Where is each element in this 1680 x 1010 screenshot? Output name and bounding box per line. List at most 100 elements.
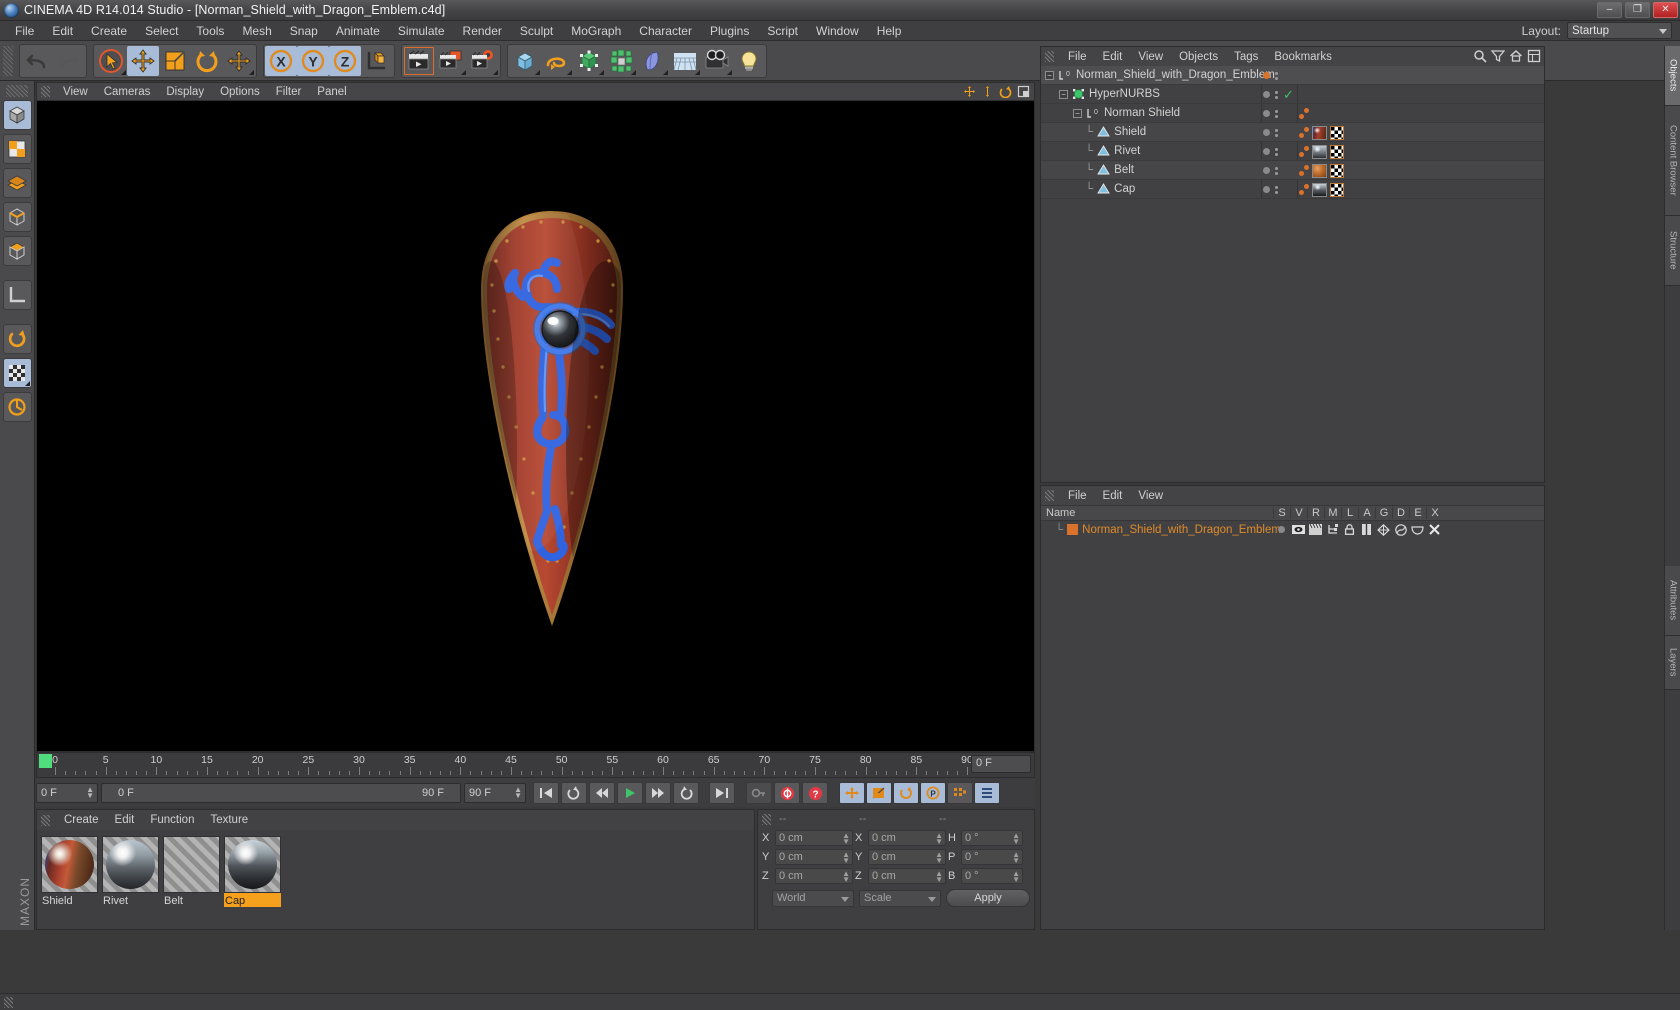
texture-mode-button[interactable] <box>2 134 32 164</box>
material-tag-rivet[interactable] <box>1312 144 1327 159</box>
material-thumbnail-belt[interactable] <box>163 836 220 893</box>
material-name[interactable]: Rivet <box>102 893 159 907</box>
menu-select[interactable]: Select <box>136 22 187 40</box>
add-camera-button[interactable] <box>701 46 733 76</box>
rotate-tool[interactable] <box>191 46 223 76</box>
current-frame-readout[interactable]: 0 F <box>971 755 1031 773</box>
menu-edit[interactable]: Edit <box>43 22 82 40</box>
add-deformer-button[interactable] <box>637 46 669 76</box>
object-color-dot[interactable] <box>1263 186 1270 193</box>
stepper-icon[interactable]: ▲ ▼ <box>514 786 522 800</box>
stepper-icon[interactable]: ▲ ▼ <box>842 851 850 865</box>
menu-animate[interactable]: Animate <box>327 22 389 40</box>
position-x-field[interactable]: 0 cm ▲ ▼ <box>775 830 853 846</box>
object-row-root[interactable]: − 0 Norman_Shield_with_Dragon_Emblem <box>1041 66 1544 85</box>
menu-file[interactable]: File <box>6 22 43 40</box>
tool-menu-corner-icon[interactable] <box>493 69 498 75</box>
render-to-picture-viewer-button[interactable] <box>435 46 467 76</box>
size-z-field[interactable]: 0 cm ▲ ▼ <box>868 868 946 884</box>
material-tag-shield[interactable] <box>1312 125 1327 140</box>
material-thumbnail-rivet[interactable] <box>102 836 159 893</box>
material-menu-create[interactable]: Create <box>56 813 107 827</box>
layer-cell-e[interactable] <box>1409 525 1426 535</box>
toolbar-grip[interactable] <box>3 45 13 76</box>
layer-cell-m[interactable] <box>1324 524 1341 535</box>
lock-y-axis[interactable]: Y <box>297 45 329 76</box>
layer-col-g[interactable]: G <box>1375 507 1392 519</box>
enabled-check-icon[interactable]: ✓ <box>1283 88 1294 101</box>
object-menu-file[interactable]: File <box>1060 50 1095 64</box>
live-selection-tool[interactable] <box>95 46 127 76</box>
viewport-menu-display[interactable]: Display <box>158 85 212 99</box>
loop-forward-button[interactable] <box>673 782 699 804</box>
stepper-icon[interactable]: ▲ ▼ <box>1012 870 1020 884</box>
object-row-norman-shield[interactable]: − 0 Norman Shield <box>1041 104 1544 123</box>
material-item[interactable]: Shield <box>41 836 98 907</box>
visibility-dots-icon[interactable] <box>1275 90 1278 99</box>
object-menu-edit[interactable]: Edit <box>1095 50 1131 64</box>
points-mode-button[interactable] <box>2 168 32 198</box>
material-menu-function[interactable]: Function <box>142 813 202 827</box>
layer-col-x[interactable]: X <box>1426 507 1443 519</box>
layer-col-s[interactable]: S <box>1273 507 1290 519</box>
pan-view-icon[interactable] <box>962 84 977 99</box>
snap-toggle-button[interactable] <box>2 392 32 422</box>
model-mode-button[interactable] <box>2 100 32 130</box>
lock-x-axis[interactable]: X <box>265 45 297 76</box>
viewport-grip[interactable] <box>41 86 50 97</box>
object-row-cap[interactable]: └ Cap <box>1041 180 1544 199</box>
material-name[interactable]: Cap <box>224 893 281 907</box>
viewport-3d-canvas[interactable] <box>36 100 1035 752</box>
rotation-p-field[interactable]: 0 ° ▲ ▼ <box>961 849 1023 865</box>
tool-menu-corner-icon[interactable] <box>631 69 636 75</box>
material-item[interactable]: Cap <box>224 836 281 907</box>
layer-cell-s[interactable] <box>1273 526 1290 533</box>
position-y-field[interactable]: 0 cm ▲ ▼ <box>775 849 853 865</box>
tool-menu-corner-icon[interactable] <box>249 69 254 75</box>
add-light-button[interactable] <box>733 46 765 76</box>
layer-cell-a[interactable] <box>1358 524 1375 535</box>
axis-mode-button[interactable] <box>2 280 32 310</box>
orange-tag-dots-icon[interactable] <box>1299 108 1309 119</box>
visibility-dots-icon[interactable] <box>1275 109 1278 118</box>
apply-button[interactable]: Apply <box>946 889 1030 907</box>
material-thumbnail-cap[interactable] <box>224 836 281 893</box>
menu-simulate[interactable]: Simulate <box>389 22 454 40</box>
add-spline-button[interactable] <box>541 46 573 76</box>
orange-tag-dots-icon[interactable] <box>1299 184 1309 195</box>
maximize-button[interactable]: ❐ <box>1625 2 1650 18</box>
stepper-icon[interactable]: ▲ ▼ <box>842 832 850 846</box>
menu-render[interactable]: Render <box>454 22 511 40</box>
close-button[interactable]: ✕ <box>1653 2 1678 18</box>
stepper-icon[interactable]: ▲ ▼ <box>842 870 850 884</box>
add-cube-button[interactable] <box>509 46 541 76</box>
menu-plugins[interactable]: Plugins <box>701 22 758 40</box>
layer-name-cell[interactable]: └ Norman_Shield_with_Dragon_Emblem <box>1041 524 1281 536</box>
visibility-dots-icon[interactable] <box>1275 71 1278 80</box>
tab-layers[interactable]: Layers <box>1665 636 1680 690</box>
viewport-menu-view[interactable]: View <box>55 85 96 99</box>
enable-axis-button[interactable] <box>2 324 32 354</box>
layer-menu-view[interactable]: View <box>1130 489 1171 503</box>
size-x-field[interactable]: 0 cm ▲ ▼ <box>868 830 946 846</box>
stepper-icon[interactable]: ▲ ▼ <box>935 851 943 865</box>
material-tag-cap[interactable] <box>1312 182 1327 197</box>
tab-content-browser[interactable]: Content Browser <box>1665 106 1680 216</box>
object-visibility-dots[interactable] <box>1263 104 1278 123</box>
object-visibility-dots[interactable] <box>1263 180 1278 199</box>
layer-cell-d[interactable] <box>1392 523 1409 536</box>
material-tag-belt[interactable] <box>1312 163 1327 178</box>
orange-tag-dots-icon[interactable] <box>1299 146 1309 157</box>
step-forward-button[interactable] <box>645 782 671 804</box>
stepper-icon[interactable]: ▲ ▼ <box>1012 851 1020 865</box>
layer-cell-g[interactable] <box>1375 523 1392 536</box>
material-menu-texture[interactable]: Texture <box>202 813 256 827</box>
status-bar-grip[interactable] <box>4 996 13 1008</box>
layer-col-e[interactable]: E <box>1409 507 1426 519</box>
viewport-solo-button[interactable] <box>2 358 32 388</box>
material-manager-grip[interactable] <box>41 814 50 826</box>
visibility-dots-icon[interactable] <box>1275 128 1278 137</box>
current-time-marker[interactable] <box>39 754 52 768</box>
scale-tool[interactable] <box>159 46 191 76</box>
coordinate-mode-dropdown[interactable]: Scale <box>859 889 941 907</box>
